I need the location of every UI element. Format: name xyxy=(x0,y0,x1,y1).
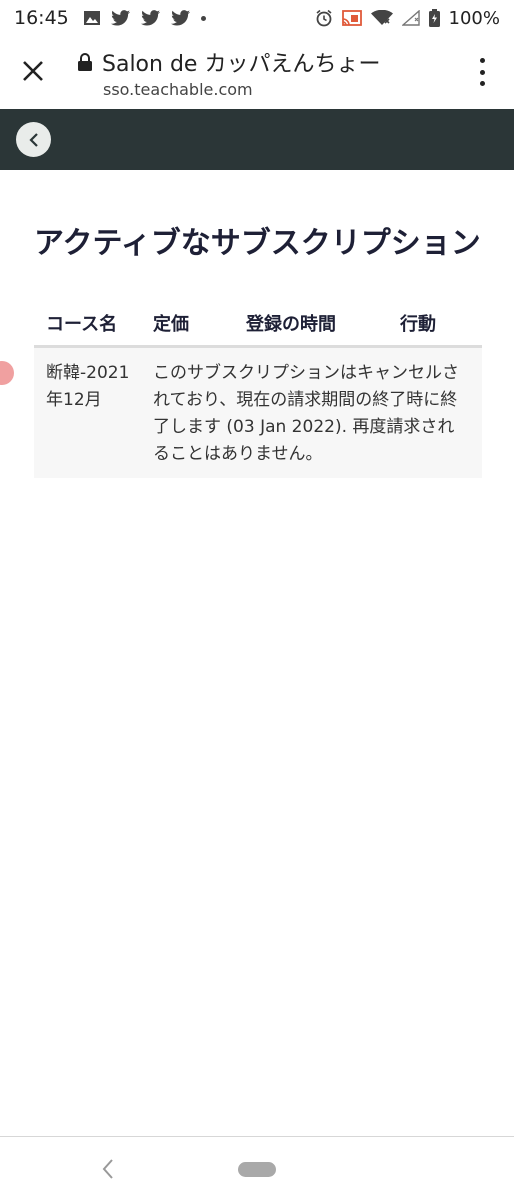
twitter-icon xyxy=(110,10,130,26)
wifi-icon xyxy=(370,10,393,25)
subscriptions-table: コース名 定価 登録の時間 行動 断韓-2021年12月 このサブスクリプション… xyxy=(34,300,482,478)
edge-indicator xyxy=(0,361,14,385)
status-bar: 16:45 100% xyxy=(0,0,514,36)
course-name: 断韓-2021年12月 xyxy=(46,363,130,410)
nav-back-icon[interactable] xyxy=(98,1157,118,1181)
signal-icon xyxy=(401,10,420,26)
column-header-action: 行動 xyxy=(400,313,436,335)
url-text: sso.teachable.com xyxy=(103,80,253,99)
cast-icon xyxy=(341,10,362,26)
browser-toolbar: Salon de カッパえんちょー sso.teachable.com xyxy=(0,36,514,108)
back-button[interactable] xyxy=(16,122,51,157)
chevron-left-icon xyxy=(28,132,38,147)
menu-dot-icon xyxy=(479,69,485,75)
alarm-icon xyxy=(316,9,332,27)
lock-icon xyxy=(78,53,92,71)
close-icon xyxy=(23,61,43,81)
subscription-status: このサブスクリプションはキャンセルされており、現在の請求期間の終了時に終了します… xyxy=(153,363,459,464)
twitter-icon xyxy=(170,10,190,26)
page-heading: アクティブなサブスクリプション xyxy=(34,226,481,261)
system-nav-bar xyxy=(0,1136,514,1200)
battery-icon xyxy=(428,9,440,27)
column-header-price: 定価 xyxy=(153,313,189,335)
close-button[interactable] xyxy=(18,56,48,86)
column-header-period: 登録の時間 xyxy=(246,313,336,335)
status-time: 16:45 xyxy=(14,7,69,29)
site-header xyxy=(0,109,514,170)
twitter-icon xyxy=(140,10,160,26)
table-header: コース名 定価 登録の時間 行動 xyxy=(34,300,482,348)
nav-home-pill[interactable] xyxy=(238,1162,276,1177)
notification-dot-icon xyxy=(200,15,206,21)
overflow-menu-button[interactable] xyxy=(470,58,494,86)
column-header-course: コース名 xyxy=(46,313,118,335)
table-row: 断韓-2021年12月 このサブスクリプションはキャンセルされており、現在の請求… xyxy=(34,348,482,478)
menu-dot-icon xyxy=(479,58,485,63)
gallery-icon xyxy=(83,11,100,25)
page-title: Salon de カッパえんちょー xyxy=(102,52,381,77)
menu-dot-icon xyxy=(479,81,485,86)
url-block[interactable]: Salon de カッパえんちょー sso.teachable.com xyxy=(78,46,458,99)
battery-level: 100% xyxy=(448,7,500,29)
